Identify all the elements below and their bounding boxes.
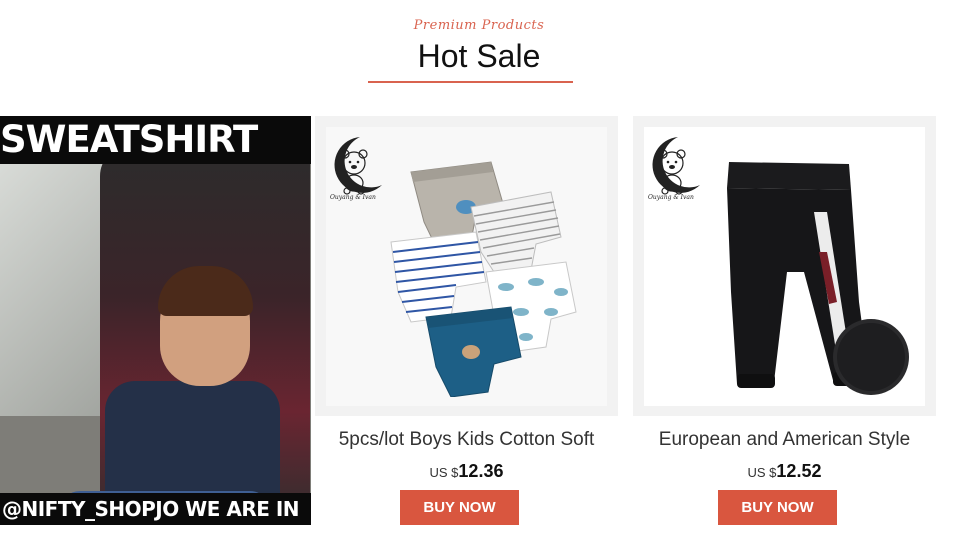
price-currency: US $ xyxy=(429,465,459,480)
product-image-frame[interactable]: Ouyang & Ivan xyxy=(315,116,618,416)
product-card-boxers[interactable]: Ouyang & Ivan 5pcs/lot Boys Kids Cotton … xyxy=(315,116,618,536)
jogger-pants-image[interactable]: Ouyang & Ivan xyxy=(644,127,925,406)
product-card-pants[interactable]: Ouyang & Ivan European and American Styl… xyxy=(633,116,936,536)
boxer-shorts-image[interactable]: Ouyang & Ivan xyxy=(326,127,607,406)
title-underline xyxy=(368,81,573,83)
jogger-pants-icon xyxy=(727,162,909,395)
featured-photo-card[interactable]: SWEATSHIRT @NIFTY_SHOPJO WE ARE IN xyxy=(0,116,311,525)
photo-bottom-caption: @NIFTY_SHOPJO WE ARE IN xyxy=(0,493,311,525)
buy-now-button[interactable]: BUY NOW xyxy=(400,490,519,525)
brand-label: Ouyang & Ivan xyxy=(648,194,694,201)
section-header: Premium Products Hot Sale xyxy=(0,0,958,90)
buy-now-button[interactable]: BUY NOW xyxy=(718,490,837,525)
photo-top-caption: SWEATSHIRT xyxy=(0,116,311,164)
price-currency: US $ xyxy=(747,465,777,480)
product-price: US $12.36 xyxy=(315,461,618,482)
price-amount: 12.52 xyxy=(776,461,822,481)
product-price: US $12.52 xyxy=(633,461,936,482)
product-image-frame[interactable]: Ouyang & Ivan xyxy=(633,116,936,416)
product-name[interactable]: 5pcs/lot Boys Kids Cotton Soft xyxy=(315,429,618,451)
boxer-shorts-icon xyxy=(390,161,577,397)
section-title: Hot Sale xyxy=(417,38,541,74)
price-amount: 12.36 xyxy=(458,461,504,481)
section-subtitle: Premium Products xyxy=(413,18,545,33)
brand-label: Ouyang & Ivan xyxy=(330,194,376,201)
product-name[interactable]: European and American Style xyxy=(633,429,936,451)
bear-logo-icon xyxy=(652,137,700,195)
